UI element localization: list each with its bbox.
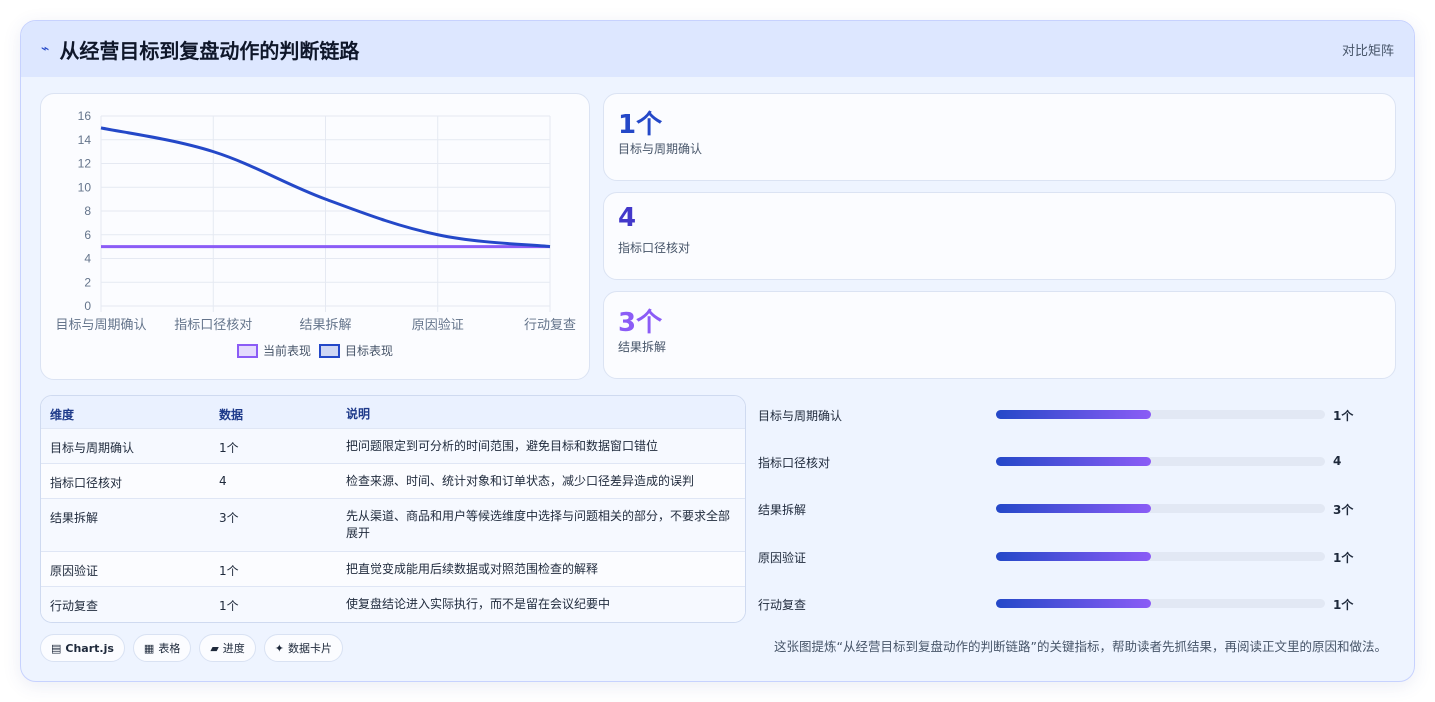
progress-label: 指标口径核对 <box>758 456 831 470</box>
main-card: ⌁ 从经营目标到复盘动作的判断链路 对比矩阵 0 2 4 6 8 10 12 14 16 目标与周… <box>20 20 1415 682</box>
progress-fill <box>996 504 1151 513</box>
table-cell: 把问题限定到可分析的时间范围，避免目标和数据窗口错位 <box>346 439 659 453</box>
x-tick-label: 目标与周期确认 <box>55 318 146 333</box>
progress-row: 指标口径核对 4 <box>758 451 1398 471</box>
progress-label: 行动复查 <box>758 598 807 612</box>
table-header-cell: 维度 <box>50 408 75 422</box>
progress-track <box>996 410 1325 419</box>
table-row: 结果拆解 3个 先从渠道、商品和用户等候选维度中选择与问题相关的部分，不要求全部… <box>41 499 745 552</box>
legend-swatch <box>319 344 340 358</box>
progress-value: 3个 <box>1333 503 1354 517</box>
y-tick-label: 0 <box>84 299 91 313</box>
legend-swatch <box>237 344 258 358</box>
table-cell: 原因验证 <box>50 564 99 578</box>
progress-value: 4 <box>1333 454 1342 468</box>
table-cell: 3个 <box>219 511 239 525</box>
progress-fill <box>996 457 1151 466</box>
table-cell: 结果拆解 <box>50 511 99 525</box>
table-icon: ▦ <box>143 641 155 655</box>
progress-icon: ▰ <box>210 641 219 655</box>
table-cell: 检查来源、时间、统计对象和订单状态，减少口径差异造成的误判 <box>346 474 695 488</box>
table-cell: 把直觉变成能用后续数据或对照范围检查的解释 <box>346 562 599 576</box>
data-table: 维度 数据 说明 目标与周期确认 1个 把问题限定到可分析的时间范围，避免目标和… <box>40 395 746 623</box>
progress-label: 原因验证 <box>758 551 807 565</box>
progress-value: 1个 <box>1333 551 1354 565</box>
y-tick-label: 8 <box>84 204 91 218</box>
table-cell: 1个 <box>219 441 239 455</box>
y-tick-label: 2 <box>84 275 91 289</box>
stat-label: 目标与周期确认 <box>618 142 703 156</box>
stat-value: 1个 <box>618 110 663 140</box>
progress-fill <box>996 599 1151 608</box>
tag-list: ▤ Chart.js ▦ 表格 ▰ 进度 ✦ 数据卡片 <box>40 634 344 662</box>
tag-label: 进度 <box>222 642 245 655</box>
progress-label: 结果拆解 <box>758 503 807 517</box>
chart-icon: ▤ <box>51 641 62 655</box>
table-header-cell: 说明 <box>346 407 371 421</box>
caption-text: 这张图提炼“从经营目标到复盘动作的判断链路”的关键指标，帮助读者先抓结果，再阅读… <box>774 639 1387 654</box>
progress-fill <box>996 552 1151 561</box>
stat-card-3: 3个 结果拆解 <box>603 291 1396 379</box>
table-row: 指标口径核对 4 检查来源、时间、统计对象和订单状态，减少口径差异造成的误判 <box>41 464 745 499</box>
table-cell: 指标口径核对 <box>50 476 123 490</box>
progress-track <box>996 599 1325 608</box>
stat-label: 结果拆解 <box>618 340 667 354</box>
y-tick-label: 6 <box>84 228 91 242</box>
stat-value: 3个 <box>618 308 663 338</box>
table-cell: 目标与周期确认 <box>50 441 135 455</box>
y-tick-label: 4 <box>84 252 91 266</box>
line-chart-panel: 0 2 4 6 8 10 12 14 16 目标与周期确认 指标口径核对 结果拆解 原因验证 行动复查当前… <box>40 93 590 380</box>
y-tick-label: 10 <box>78 180 92 194</box>
y-tick-label: 14 <box>78 133 92 147</box>
progress-row: 原因验证 1个 <box>758 546 1398 566</box>
tag-progress[interactable]: ▰ 进度 <box>199 634 256 662</box>
tag-label: 数据卡片 <box>288 642 333 655</box>
y-tick-label: 12 <box>78 157 92 171</box>
line-chart: 0 2 4 6 8 10 12 14 16 目标与周期确认 指标口径核对 结果拆解 原因验证 行动复查当前… <box>55 109 576 358</box>
sparkle-icon: ✦ <box>274 641 285 655</box>
stat-card-2: 4 指标口径核对 <box>603 192 1396 280</box>
table-cell: 先从渠道、商品和用户等候选维度中选择与问题相关的部分，不要求全部展开 <box>346 509 731 540</box>
tag-label: 表格 <box>158 642 181 655</box>
table-cell: 1个 <box>219 564 239 578</box>
x-tick-label: 行动复查 <box>524 318 576 333</box>
table-header-cell: 数据 <box>219 408 244 422</box>
legend-label: 目标表现 <box>345 344 393 358</box>
legend-label: 当前表现 <box>263 343 311 358</box>
stat-value: 4 <box>618 203 637 233</box>
progress-row: 行动复查 1个 <box>758 593 1398 613</box>
tag-label: Chart.js <box>65 641 114 655</box>
tag-data-card[interactable]: ✦ 数据卡片 <box>263 634 344 662</box>
stat-label: 指标口径核对 <box>618 241 691 255</box>
tag-chartjs[interactable]: ▤ Chart.js <box>40 634 125 662</box>
progress-track <box>996 504 1325 513</box>
progress-label: 目标与周期确认 <box>758 409 843 423</box>
table-row: 原因验证 1个 把直觉变成能用后续数据或对照范围检查的解释 <box>41 552 745 587</box>
x-tick-label: 结果拆解 <box>299 318 351 333</box>
table-row: 行动复查 1个 使复盘结论进入实际执行，而不是留在会议纪要中 <box>41 587 745 622</box>
x-tick-label: 原因验证 <box>412 317 464 333</box>
table-cell: 行动复查 <box>50 599 99 613</box>
table-cell: 4 <box>219 474 227 488</box>
x-tick-label: 指标口径核对 <box>174 318 252 333</box>
table-cell: 使复盘结论进入实际执行，而不是留在会议纪要中 <box>346 597 611 611</box>
progress-value: 1个 <box>1333 598 1354 612</box>
header-bar: ⌁ 从经营目标到复盘动作的判断链路 对比矩阵 <box>21 21 1414 77</box>
y-tick-label: 16 <box>78 109 92 123</box>
progress-track <box>996 457 1325 466</box>
stat-card-1: 1个 目标与周期确认 <box>603 93 1396 181</box>
progress-fill <box>996 410 1151 419</box>
progress-row: 目标与周期确认 1个 <box>758 404 1398 424</box>
progress-track <box>996 552 1325 561</box>
view-mode-label[interactable]: 对比矩阵 <box>1342 40 1394 59</box>
table-header: 维度 数据 说明 <box>41 396 745 429</box>
pulse-icon: ⌁ <box>41 41 50 57</box>
progress-row: 结果拆解 3个 <box>758 498 1398 518</box>
table-cell: 1个 <box>219 599 239 613</box>
progress-value: 1个 <box>1333 409 1354 423</box>
table-row: 目标与周期确认 1个 把问题限定到可分析的时间范围，避免目标和数据窗口错位 <box>41 429 745 464</box>
tag-table[interactable]: ▦ 表格 <box>132 634 192 662</box>
page-title: 从经营目标到复盘动作的判断链路 <box>59 38 360 63</box>
